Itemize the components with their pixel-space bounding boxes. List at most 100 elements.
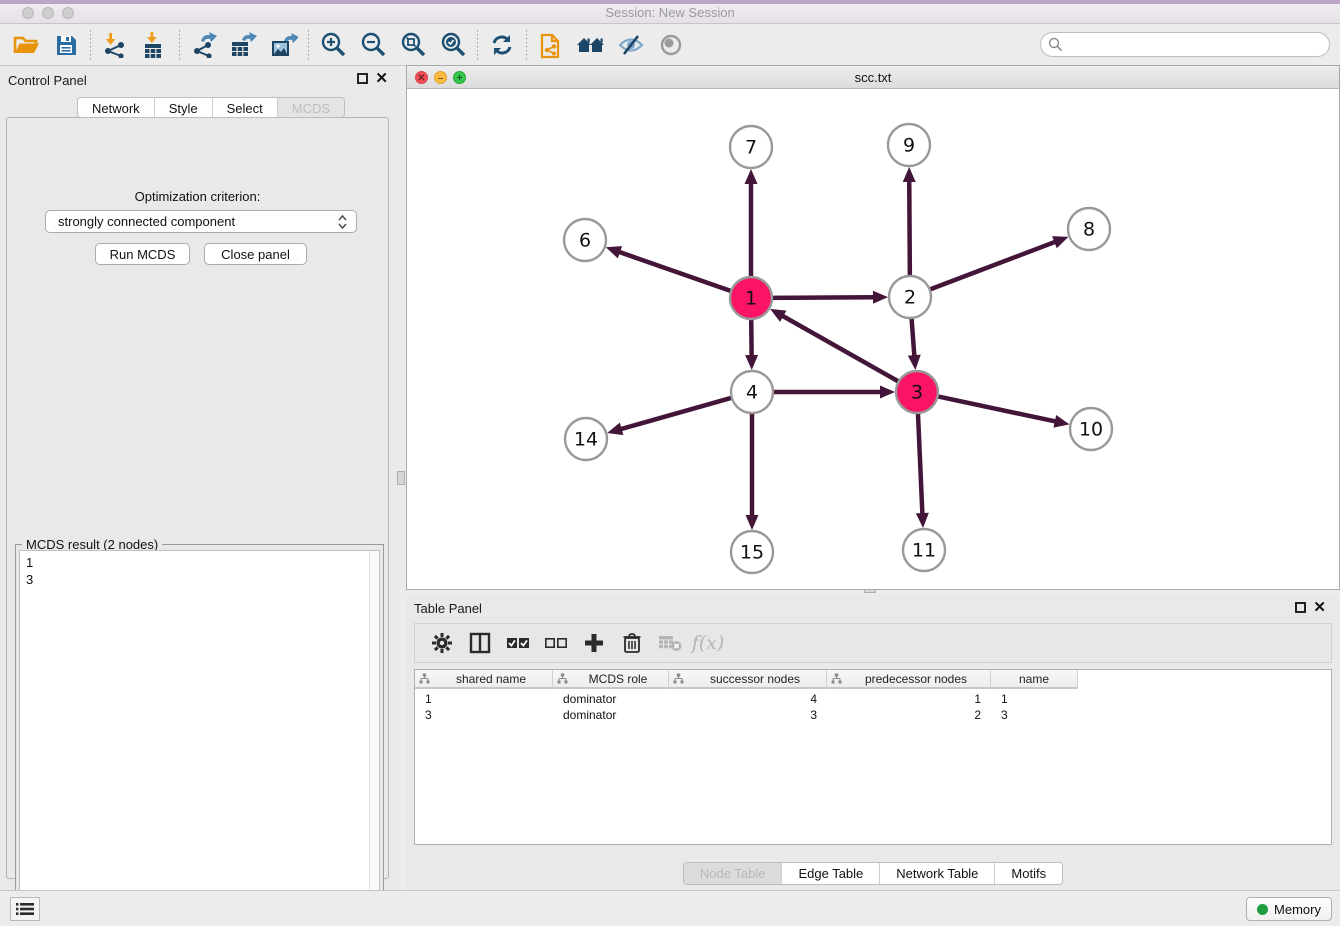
import-network-icon[interactable] (95, 28, 135, 62)
close-panel-button[interactable]: Close panel (204, 243, 307, 265)
export-table-icon[interactable] (224, 28, 264, 62)
network-canvas[interactable]: 7968124314101511 (407, 89, 1339, 589)
table-row[interactable]: 3dominator323 (415, 707, 1078, 723)
network-window-titlebar[interactable]: ✕ – + scc.txt (407, 66, 1339, 89)
export-image-icon[interactable] (264, 28, 304, 62)
delete-column-trash-icon[interactable] (615, 627, 649, 659)
control-panel-tabs: Network Style Select MCDS (77, 97, 345, 118)
refresh-icon[interactable] (482, 28, 522, 62)
show-panels-eye-icon[interactable] (651, 28, 691, 62)
table-cell[interactable]: 3 (669, 707, 827, 723)
control-panel-buttons: ✕ (357, 73, 388, 84)
table-row[interactable]: 1dominator411 (415, 691, 1078, 707)
show-columns-icon[interactable] (463, 627, 497, 659)
tab-mcds[interactable]: MCDS (278, 98, 344, 117)
graph-edge-1-6[interactable] (618, 252, 733, 292)
result-line: 3 (26, 571, 373, 588)
select-all-checkboxes-icon[interactable] (501, 627, 535, 659)
tab-motifs[interactable]: Motifs (995, 863, 1062, 884)
window-titlebar: Session: New Session (0, 0, 1340, 24)
import-table-icon[interactable] (135, 28, 175, 62)
graph-edge-2-8[interactable] (928, 241, 1057, 290)
table-cell[interactable]: 1 (991, 691, 1078, 707)
graph-node-label: 4 (746, 382, 758, 404)
zoom-fit-icon[interactable] (393, 28, 433, 62)
graph-node-label: 8 (1083, 219, 1095, 241)
toolbar-separator (526, 30, 527, 60)
column-header-MCDS-role[interactable]: MCDS role (553, 670, 669, 689)
table-cell[interactable]: 4 (669, 691, 827, 707)
mcds-result-list[interactable]: 1 3 (19, 550, 380, 922)
node-table[interactable]: shared nameMCDS rolesuccessor nodes prede… (414, 669, 1332, 845)
search-input[interactable] (1040, 32, 1330, 57)
open-file-icon[interactable] (6, 28, 46, 62)
graph-arrowhead (1052, 236, 1068, 248)
column-type-icon (557, 673, 568, 684)
column-header-successor-nodes[interactable]: successor nodes (669, 670, 827, 689)
tab-edge-table[interactable]: Edge Table (782, 863, 880, 884)
table-cell[interactable]: 1 (415, 691, 553, 707)
graph-edge-1-2[interactable] (770, 297, 875, 298)
column-header-label: predecessor nodes (842, 672, 990, 686)
memory-button[interactable]: Memory (1246, 897, 1332, 921)
table-cell[interactable]: 2 (827, 707, 991, 723)
hide-panels-eye-icon[interactable] (611, 28, 651, 62)
home-layout-icon[interactable] (571, 28, 611, 62)
graph-edge-3-10[interactable] (936, 396, 1057, 422)
fx-label: f(x) (692, 632, 725, 654)
float-panel-icon[interactable] (357, 73, 368, 84)
network-view-window: ✕ – + scc.txt 7968124314101511 (406, 65, 1340, 590)
column-header-predecessor-nodes[interactable]: predecessor nodes (827, 670, 991, 689)
graph-edge-4-14[interactable] (620, 397, 734, 429)
tab-select[interactable]: Select (213, 98, 278, 117)
delete-table-icon-disabled (653, 627, 687, 659)
save-session-icon[interactable] (46, 28, 86, 62)
deselect-all-checkboxes-icon[interactable] (539, 627, 573, 659)
table-settings-gear-icon[interactable] (425, 627, 459, 659)
table-cell[interactable]: 3 (415, 707, 553, 723)
table-toolbar: f(x) (414, 623, 1332, 663)
table-column-headers: shared nameMCDS rolesuccessor nodes prede… (415, 670, 1078, 689)
column-type-icon (673, 673, 684, 684)
tab-network-table[interactable]: Network Table (880, 863, 995, 884)
float-panel-icon[interactable] (1295, 602, 1306, 613)
graph-arrowhead (908, 355, 921, 370)
close-panel-icon[interactable]: ✕ (1313, 602, 1326, 613)
zoom-out-icon[interactable] (353, 28, 393, 62)
zoom-in-icon[interactable] (313, 28, 353, 62)
graph-edge-3-11[interactable] (918, 411, 923, 515)
table-cell[interactable]: dominator (553, 691, 669, 707)
status-bar: Memory (0, 890, 1340, 926)
new-network-from-selection-icon[interactable] (531, 28, 571, 62)
graph-arrowhead (745, 355, 758, 370)
task-history-button[interactable] (10, 897, 40, 921)
add-column-icon[interactable] (577, 627, 611, 659)
network-graph[interactable]: 7968124314101511 (407, 89, 1339, 589)
graph-node-label: 7 (745, 137, 757, 159)
graph-node-label: 14 (574, 429, 598, 451)
toolbar-separator (179, 30, 180, 60)
vertical-splitter-grip[interactable] (397, 471, 405, 485)
table-cell[interactable]: dominator (553, 707, 669, 723)
toolbar-separator (90, 30, 91, 60)
column-header-shared-name[interactable]: shared name (415, 670, 553, 689)
table-panel-buttons: ✕ (1295, 602, 1326, 613)
optimization-criterion-label: Optimization criterion: (7, 189, 388, 204)
graph-edge-2-9[interactable] (909, 180, 910, 278)
run-mcds-button[interactable]: Run MCDS (95, 243, 190, 265)
close-panel-icon[interactable]: ✕ (375, 73, 388, 84)
tab-node-table[interactable]: Node Table (684, 863, 783, 884)
result-scrollbar[interactable] (369, 551, 379, 921)
graph-arrowhead (903, 167, 916, 182)
table-cell[interactable]: 3 (991, 707, 1078, 723)
tab-network[interactable]: Network (78, 98, 155, 117)
tab-style[interactable]: Style (155, 98, 213, 117)
zoom-selected-icon[interactable] (433, 28, 473, 62)
export-network-icon[interactable] (184, 28, 224, 62)
optimization-criterion-select[interactable]: strongly connected component (45, 210, 357, 233)
graph-node-label: 6 (579, 230, 591, 252)
graph-edge-3-1[interactable] (781, 315, 900, 382)
graph-edge-2-3[interactable] (911, 316, 914, 357)
table-cell[interactable]: 1 (827, 691, 991, 707)
column-header-name[interactable]: name (991, 670, 1078, 689)
